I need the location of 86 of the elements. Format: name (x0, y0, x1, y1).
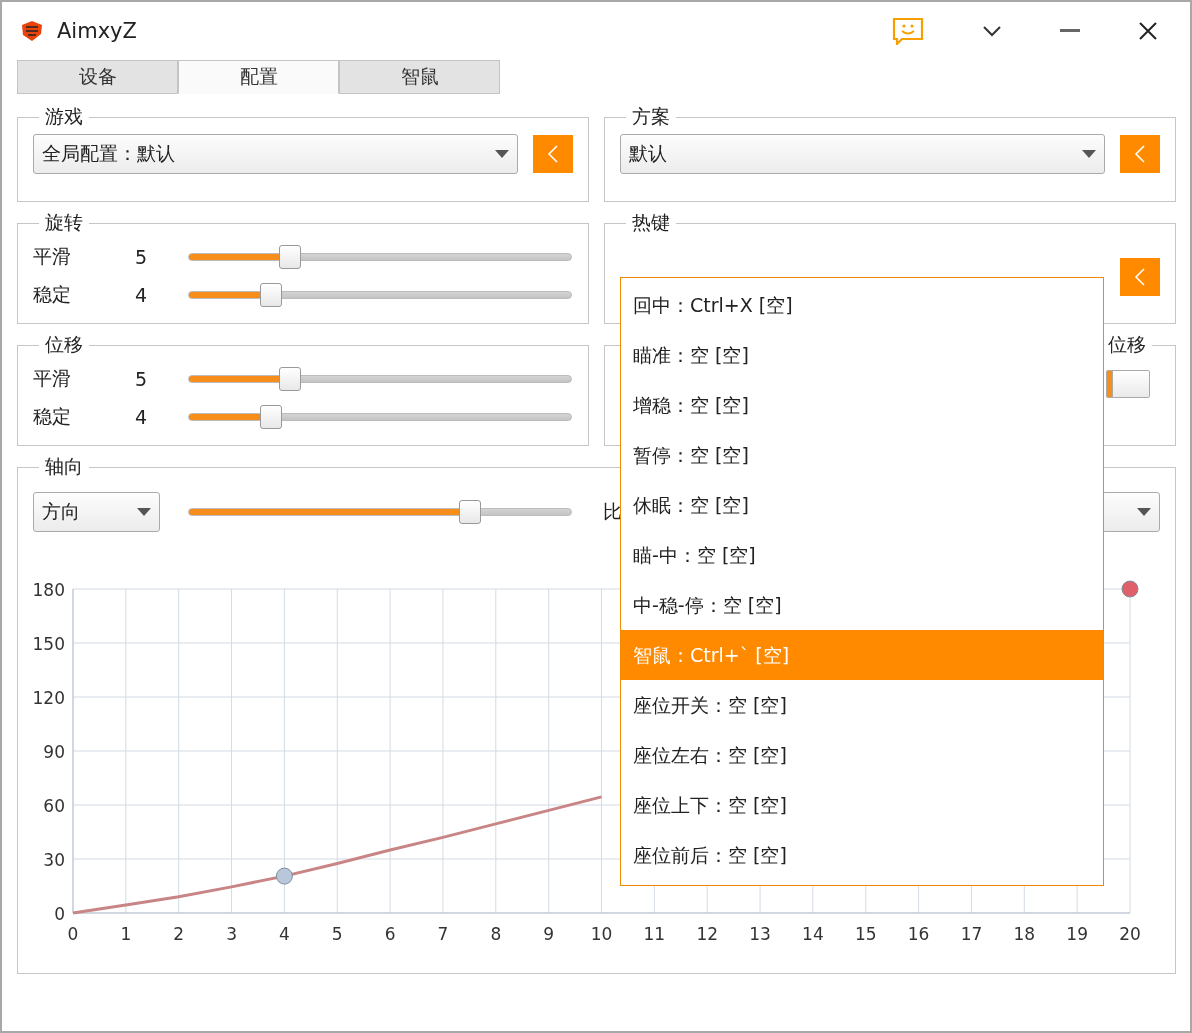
group-title: 方案 (631, 104, 671, 129)
axis-tick-label: 14 (802, 924, 824, 944)
toggle-switch[interactable] (1106, 370, 1150, 398)
axis-tick-label: 19 (1066, 924, 1088, 944)
back-button[interactable] (1120, 135, 1160, 173)
axis-tick-label: 30 (43, 850, 65, 870)
tab[interactable]: 设备 (17, 60, 178, 94)
axis-tick-label: 7 (437, 924, 449, 944)
axis-tick-label: 15 (854, 924, 877, 944)
slider-value: 5 (135, 246, 149, 268)
slider[interactable] (188, 367, 572, 391)
axis-tick-label: 16 (907, 924, 930, 944)
axis-tick-label: 150 (32, 634, 65, 654)
axis-tick-label: 0 (67, 924, 79, 944)
back-button[interactable] (533, 135, 573, 173)
axis-tick-label: 1 (120, 924, 132, 944)
dropdown-arrow-icon (1137, 508, 1151, 516)
menu-item[interactable]: 暂停：空 [空] (621, 430, 1103, 480)
feedback-icon[interactable] (892, 17, 924, 45)
dropdown-arrow-icon (1082, 150, 1096, 158)
slider-label: 平滑 (33, 366, 72, 391)
menu-item[interactable]: 座位开关：空 [空] (621, 680, 1103, 730)
menu-item[interactable]: 座位前后：空 [空] (621, 830, 1103, 880)
menu-item[interactable]: 中-稳-停：空 [空] (621, 580, 1103, 630)
axis-tick-label: 60 (43, 796, 65, 816)
axis-tick-label: 5 (331, 924, 343, 944)
axis-tick-label: 9 (543, 924, 555, 944)
chevron-left-icon (1134, 267, 1146, 287)
control-point-handle[interactable] (275, 867, 293, 885)
direction-dropdown[interactable]: 方向 (33, 492, 160, 532)
axis-tick-label: 3 (226, 924, 237, 944)
chevron-left-icon (1134, 144, 1146, 164)
slider[interactable] (188, 283, 572, 307)
control-point-handle[interactable] (1121, 580, 1139, 598)
group-title: 游戏 (44, 104, 84, 129)
axis-tick-label: 11 (643, 924, 666, 944)
back-button[interactable] (1120, 258, 1160, 296)
dropdown-arrow-icon (495, 150, 509, 158)
axis-tick-label: 13 (749, 924, 771, 944)
slider[interactable] (188, 245, 572, 269)
axis-tick-label: 90 (43, 742, 65, 762)
menu-item[interactable]: 休眠：空 [空] (621, 480, 1103, 530)
game-dropdown[interactable]: 全局配置：默认 (33, 134, 518, 174)
group-title: 位移 (44, 332, 84, 357)
slider[interactable] (188, 500, 572, 524)
menu-item[interactable]: 座位上下：空 [空] (621, 780, 1103, 830)
ratio-label: 比 (603, 499, 622, 524)
axis-tick-label: 6 (384, 924, 396, 944)
axis-tick-label: 4 (279, 924, 290, 944)
menu-item[interactable]: 增稳：空 [空] (621, 380, 1103, 430)
axis-tick-label: 120 (32, 688, 65, 708)
group-title: 热键 (631, 210, 671, 235)
axis-tick-label: 2 (173, 924, 185, 944)
axis-tick-label: 20 (1119, 924, 1141, 944)
tab[interactable]: 配置 (178, 60, 339, 94)
slider-value: 4 (135, 284, 149, 306)
chevron-down-icon[interactable] (982, 25, 1002, 37)
ratio-dropdown[interactable] (1102, 492, 1160, 532)
app-logo-icon (19, 19, 45, 43)
window-title: AimxyZ (57, 19, 137, 43)
slider-value: 4 (135, 406, 149, 428)
slider-label: 稳定 (33, 404, 72, 429)
axis-tick-label: 8 (490, 924, 502, 944)
dropdown-arrow-icon (137, 508, 151, 516)
menu-item[interactable]: 瞄-中：空 [空] (621, 530, 1103, 580)
axis-tick-label: 0 (54, 904, 65, 924)
axis-tick-label: 12 (696, 924, 718, 944)
chevron-left-icon (547, 144, 559, 164)
group-title: 位移 (1107, 332, 1147, 357)
minimize-icon[interactable] (1060, 29, 1080, 33)
axis-tick-label: 180 (32, 580, 65, 600)
close-icon[interactable] (1138, 21, 1158, 41)
menu-item[interactable]: 瞄准：空 [空] (621, 330, 1103, 380)
menu-item[interactable]: 座位左右：空 [空] (621, 730, 1103, 780)
menu-item[interactable]: 回中：Ctrl+X [空] (621, 280, 1103, 330)
group-title: 旋转 (44, 210, 84, 235)
slider-value: 5 (135, 368, 149, 390)
plan-dropdown[interactable]: 默认 (620, 134, 1105, 174)
group-title: 轴向 (44, 454, 84, 479)
slider-label: 稳定 (33, 282, 72, 307)
axis-tick-label: 17 (960, 924, 983, 944)
axis-tick-label: 18 (1013, 924, 1036, 944)
slider[interactable] (188, 405, 572, 429)
tab[interactable]: 智鼠 (339, 60, 500, 94)
axis-tick-label: 10 (590, 924, 613, 944)
slider-label: 平滑 (33, 244, 72, 269)
